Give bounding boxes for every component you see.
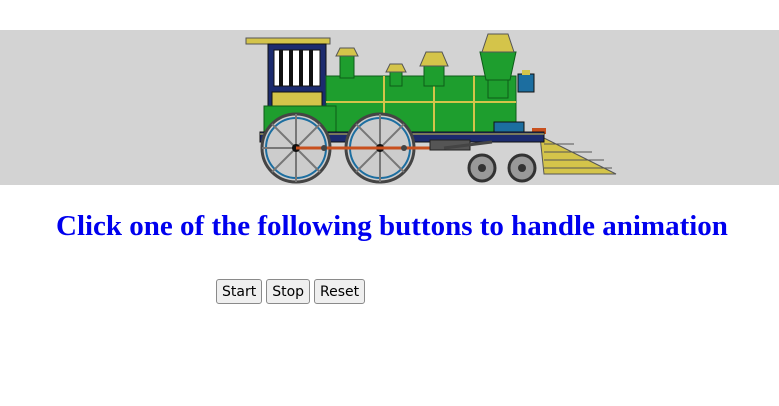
page-heading: Click one of the following buttons to ha… [56, 210, 728, 242]
start-button[interactable]: Start [216, 279, 263, 304]
animation-banner [0, 30, 779, 185]
reset-button[interactable]: Reset [314, 279, 366, 304]
locomotive-image [245, 33, 617, 184]
pilot-wheel [467, 153, 497, 183]
pilot-wheel [507, 153, 537, 183]
animation-controls: Start Stop Reset [216, 279, 366, 304]
stop-button[interactable]: Stop [266, 279, 311, 304]
